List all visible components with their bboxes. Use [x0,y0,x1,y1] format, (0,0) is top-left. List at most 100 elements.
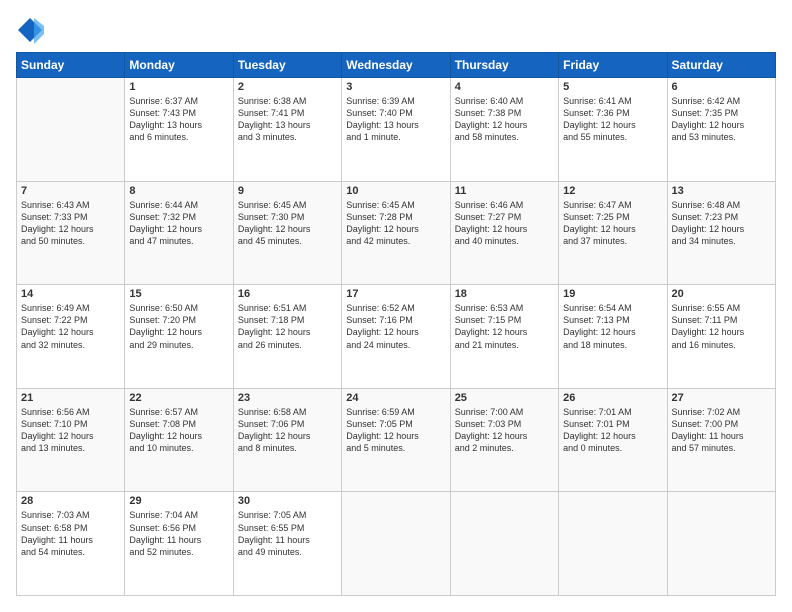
day-number: 5 [563,81,662,93]
day-number: 30 [238,495,337,507]
calendar-cell: 5Sunrise: 6:41 AM Sunset: 7:36 PM Daylig… [559,78,667,182]
calendar-cell: 30 Sunrise: 7:05 AM Sunset: 6:55 PM Dayli… [233,492,341,596]
day-info: Sunrise: 6:49 AM Sunset: 7:22 PM Dayligh… [21,302,120,351]
calendar-cell: 23 Sunrise: 6:58 AM Sunset: 7:06 PM Dayli… [233,388,341,492]
weekday-header: Monday [125,53,233,78]
day-number: 11 [455,185,554,197]
weekday-header: Thursday [450,53,558,78]
calendar-cell: 8 Sunrise: 6:44 AM Sunset: 7:32 PM Daylig… [125,181,233,285]
weekday-header: Wednesday [342,53,450,78]
calendar-week-row: 7Sunrise: 6:43 AM Sunset: 7:33 PM Daylig… [17,181,776,285]
calendar-cell: 21 Sunrise: 6:56 AM Sunset: 7:10 PM Dayli… [17,388,125,492]
day-info: Sunrise: 7:05 AM Sunset: 6:55 PM Dayligh… [238,509,337,558]
day-number: 25 [455,392,554,404]
calendar-week-row: 1 Sunrise: 6:37 AM Sunset: 7:43 PM Daylig… [17,78,776,182]
calendar-cell: 28Sunrise: 7:03 AM Sunset: 6:58 PM Dayli… [17,492,125,596]
day-number: 8 [129,185,228,197]
day-number: 16 [238,288,337,300]
day-number: 17 [346,288,445,300]
day-info: Sunrise: 7:03 AM Sunset: 6:58 PM Dayligh… [21,509,120,558]
calendar-cell: 7Sunrise: 6:43 AM Sunset: 7:33 PM Daylig… [17,181,125,285]
calendar-cell: 13 Sunrise: 6:48 AM Sunset: 7:23 PM Dayli… [667,181,775,285]
day-info: Sunrise: 6:47 AM Sunset: 7:25 PM Dayligh… [563,199,662,248]
header [16,16,776,44]
day-info: Sunrise: 6:55 AM Sunset: 7:11 PM Dayligh… [672,302,771,351]
day-info: Sunrise: 6:59 AM Sunset: 7:05 PM Dayligh… [346,406,445,455]
calendar-cell: 27 Sunrise: 7:02 AM Sunset: 7:00 PM Dayli… [667,388,775,492]
calendar-cell [559,492,667,596]
day-info: Sunrise: 6:52 AM Sunset: 7:16 PM Dayligh… [346,302,445,351]
day-number: 19 [563,288,662,300]
day-number: 12 [563,185,662,197]
day-info: Sunrise: 6:58 AM Sunset: 7:06 PM Dayligh… [238,406,337,455]
day-number: 20 [672,288,771,300]
day-info: Sunrise: 7:00 AM Sunset: 7:03 PM Dayligh… [455,406,554,455]
day-number: 4 [455,81,554,93]
calendar-cell: 11 Sunrise: 6:46 AM Sunset: 7:27 PM Dayli… [450,181,558,285]
day-number: 26 [563,392,662,404]
day-info: Sunrise: 6:38 AM Sunset: 7:41 PM Dayligh… [238,95,337,144]
day-info: Sunrise: 6:40 AM Sunset: 7:38 PM Dayligh… [455,95,554,144]
calendar-cell: 10 Sunrise: 6:45 AM Sunset: 7:28 PM Dayli… [342,181,450,285]
calendar-cell [17,78,125,182]
page: SundayMondayTuesdayWednesdayThursdayFrid… [0,0,792,612]
day-info: Sunrise: 6:37 AM Sunset: 7:43 PM Dayligh… [129,95,228,144]
calendar-week-row: 28Sunrise: 7:03 AM Sunset: 6:58 PM Dayli… [17,492,776,596]
day-info: Sunrise: 6:42 AM Sunset: 7:35 PM Dayligh… [672,95,771,144]
calendar-cell: 14 Sunrise: 6:49 AM Sunset: 7:22 PM Dayli… [17,285,125,389]
day-number: 6 [672,81,771,93]
calendar-cell: 15 Sunrise: 6:50 AM Sunset: 7:20 PM Dayli… [125,285,233,389]
weekday-header: Tuesday [233,53,341,78]
day-info: Sunrise: 6:50 AM Sunset: 7:20 PM Dayligh… [129,302,228,351]
day-info: Sunrise: 6:51 AM Sunset: 7:18 PM Dayligh… [238,302,337,351]
day-number: 14 [21,288,120,300]
calendar-cell: 17 Sunrise: 6:52 AM Sunset: 7:16 PM Dayli… [342,285,450,389]
day-info: Sunrise: 7:01 AM Sunset: 7:01 PM Dayligh… [563,406,662,455]
day-info: Sunrise: 6:54 AM Sunset: 7:13 PM Dayligh… [563,302,662,351]
day-number: 13 [672,185,771,197]
calendar-cell: 2 Sunrise: 6:38 AM Sunset: 7:41 PM Daylig… [233,78,341,182]
day-info: Sunrise: 6:43 AM Sunset: 7:33 PM Dayligh… [21,199,120,248]
day-info: Sunrise: 6:53 AM Sunset: 7:15 PM Dayligh… [455,302,554,351]
day-number: 21 [21,392,120,404]
weekday-header: Sunday [17,53,125,78]
calendar-cell: 29 Sunrise: 7:04 AM Sunset: 6:56 PM Dayli… [125,492,233,596]
day-number: 27 [672,392,771,404]
day-number: 23 [238,392,337,404]
weekday-header: Friday [559,53,667,78]
day-info: Sunrise: 6:45 AM Sunset: 7:28 PM Dayligh… [346,199,445,248]
day-info: Sunrise: 6:56 AM Sunset: 7:10 PM Dayligh… [21,406,120,455]
weekday-header: Saturday [667,53,775,78]
day-info: Sunrise: 6:57 AM Sunset: 7:08 PM Dayligh… [129,406,228,455]
day-info: Sunrise: 6:46 AM Sunset: 7:27 PM Dayligh… [455,199,554,248]
day-number: 10 [346,185,445,197]
day-number: 18 [455,288,554,300]
calendar-cell: 12 Sunrise: 6:47 AM Sunset: 7:25 PM Dayli… [559,181,667,285]
logo [16,16,48,44]
calendar-cell: 24 Sunrise: 6:59 AM Sunset: 7:05 PM Dayli… [342,388,450,492]
day-info: Sunrise: 7:02 AM Sunset: 7:00 PM Dayligh… [672,406,771,455]
calendar-cell: 9Sunrise: 6:45 AM Sunset: 7:30 PM Daylig… [233,181,341,285]
day-info: Sunrise: 7:04 AM Sunset: 6:56 PM Dayligh… [129,509,228,558]
day-number: 24 [346,392,445,404]
logo-icon [16,16,44,44]
calendar-cell: 26 Sunrise: 7:01 AM Sunset: 7:01 PM Dayli… [559,388,667,492]
calendar-cell: 19 Sunrise: 6:54 AM Sunset: 7:13 PM Dayli… [559,285,667,389]
day-info: Sunrise: 6:44 AM Sunset: 7:32 PM Dayligh… [129,199,228,248]
calendar-cell: 25 Sunrise: 7:00 AM Sunset: 7:03 PM Dayli… [450,388,558,492]
calendar-cell: 16 Sunrise: 6:51 AM Sunset: 7:18 PM Dayli… [233,285,341,389]
calendar-cell [667,492,775,596]
calendar-header-row: SundayMondayTuesdayWednesdayThursdayFrid… [17,53,776,78]
calendar-cell: 22Sunrise: 6:57 AM Sunset: 7:08 PM Dayli… [125,388,233,492]
day-number: 2 [238,81,337,93]
day-number: 9 [238,185,337,197]
day-number: 1 [129,81,228,93]
calendar-cell: 1 Sunrise: 6:37 AM Sunset: 7:43 PM Daylig… [125,78,233,182]
day-number: 29 [129,495,228,507]
day-number: 3 [346,81,445,93]
calendar-cell: 4 Sunrise: 6:40 AM Sunset: 7:38 PM Daylig… [450,78,558,182]
day-info: Sunrise: 6:39 AM Sunset: 7:40 PM Dayligh… [346,95,445,144]
day-number: 15 [129,288,228,300]
day-info: Sunrise: 6:48 AM Sunset: 7:23 PM Dayligh… [672,199,771,248]
calendar-cell: 6 Sunrise: 6:42 AM Sunset: 7:35 PM Daylig… [667,78,775,182]
